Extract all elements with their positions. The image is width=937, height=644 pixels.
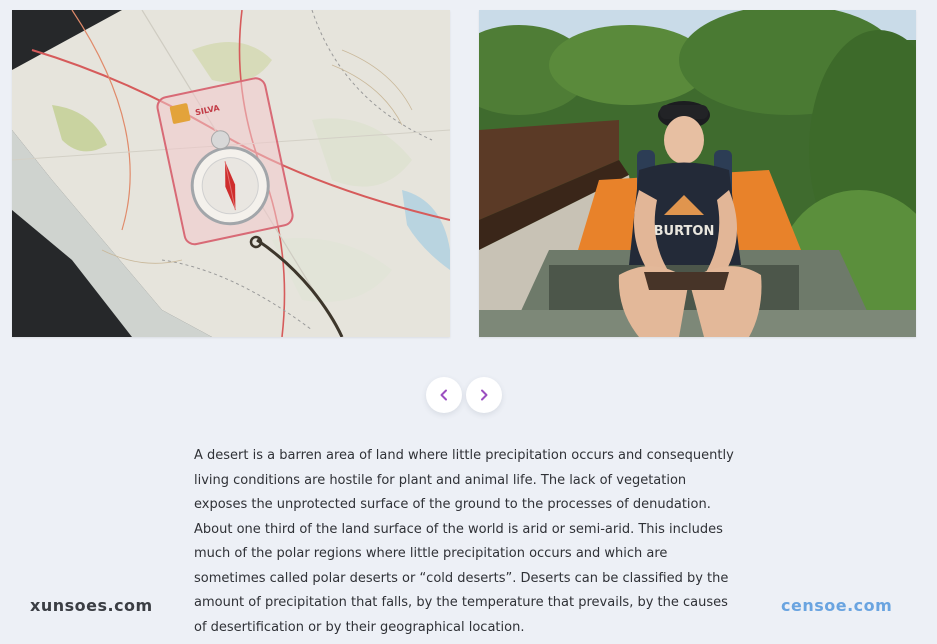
shirt-print-text: BURTON [654, 224, 715, 239]
train-traveler-image: BURTON [479, 10, 916, 337]
carousel-next-button[interactable] [466, 377, 502, 413]
carousel-controls [426, 377, 502, 414]
article-paragraph: A desert is a barren area of land where … [194, 448, 734, 635]
train-traveler-illustration: BURTON [479, 10, 916, 337]
carousel-prev-button[interactable] [426, 377, 462, 413]
chevron-left-icon [440, 389, 447, 401]
watermark-right: censoe.com [781, 596, 893, 615]
watermark-left: xunsoes.com [30, 596, 153, 615]
chevron-right-icon [481, 389, 488, 401]
map-compass-image: SILVA [12, 10, 450, 337]
page: SILVA BURTON A desert is a barren area o… [0, 0, 937, 644]
map-compass-illustration: SILVA [12, 10, 450, 337]
